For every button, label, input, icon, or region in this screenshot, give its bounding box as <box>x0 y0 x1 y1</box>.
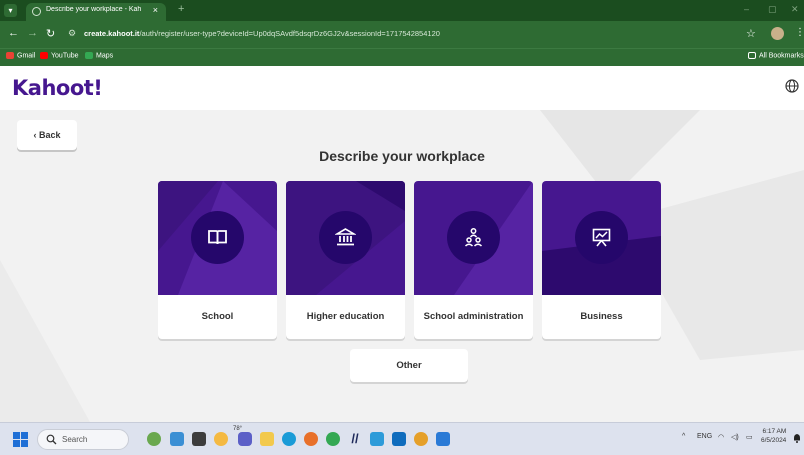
option-business[interactable]: Business <box>542 181 661 339</box>
close-window-button[interactable]: ✕ <box>791 4 799 15</box>
back-arrow-icon[interactable]: ← <box>8 27 19 39</box>
tab-favicon-icon <box>32 7 41 16</box>
task-view-icon[interactable] <box>192 432 206 446</box>
tray-chevron-icon[interactable]: ^ <box>682 433 685 440</box>
card-banner <box>286 181 405 295</box>
reload-icon[interactable]: ↻ <box>46 27 55 40</box>
card-icon-circle <box>191 211 244 264</box>
url-path: /auth/register/user-type?deviceId=Up0dqS… <box>139 29 440 38</box>
all-bookmarks-button[interactable]: All Bookmarks <box>748 52 804 59</box>
bookmark-gmail[interactable]: Gmail <box>6 52 35 59</box>
battery-icon[interactable]: ▭ <box>746 433 753 441</box>
slash-app-icon[interactable]: // <box>348 432 362 446</box>
bookmarks-bar: Gmail YouTube Maps All Bookmarks <box>0 48 804 66</box>
card-icon-circle <box>447 211 500 264</box>
option-label: Business <box>580 310 623 322</box>
kahoot-header: Kahoot! <box>0 66 804 110</box>
forward-arrow-icon[interactable]: → <box>27 27 38 39</box>
card-icon-circle <box>319 211 372 264</box>
paint-app-icon[interactable] <box>370 432 384 446</box>
tab-search-button[interactable]: ▾ <box>4 4 17 17</box>
option-label: Higher education <box>306 310 385 322</box>
option-school-administration[interactable]: School administration <box>414 181 533 339</box>
taskbar-search[interactable]: Search <box>37 429 129 450</box>
new-tab-button[interactable]: + <box>178 3 184 15</box>
option-label: School <box>201 310 234 322</box>
globe-icon[interactable] <box>785 79 799 93</box>
wifi-icon[interactable]: ◠ <box>718 433 724 441</box>
search-placeholder: Search <box>62 435 88 444</box>
bookmark-maps[interactable]: Maps <box>85 52 113 59</box>
card-banner <box>158 181 277 295</box>
folder-icon <box>748 52 756 59</box>
chrome-canary-icon[interactable] <box>414 432 428 446</box>
bookmark-star-icon[interactable]: ☆ <box>746 27 756 40</box>
browser-tab[interactable]: Describe your workplace - Kah × <box>26 3 166 21</box>
browser-menu-icon[interactable]: ⋮ <box>795 27 804 38</box>
store-icon[interactable] <box>392 432 406 446</box>
tab-close-button[interactable]: × <box>153 5 158 15</box>
url-field[interactable]: create.kahoot.it/auth/register/user-type… <box>84 29 440 38</box>
windows-taskbar: Search 78° // ^ ENG ◠ ◁) ▭ 6:17 AM 6/5/2… <box>0 422 804 455</box>
weather-icon[interactable] <box>214 432 228 446</box>
option-label: School administration <box>423 310 524 322</box>
address-bar-row: ← → ↻ ⚙ create.kahoot.it/auth/register/u… <box>0 21 804 48</box>
notification-bell-icon[interactable] <box>793 433 801 443</box>
card-banner <box>542 181 661 295</box>
maximize-button[interactable]: ▢ <box>768 4 777 15</box>
page-title: Describe your workplace <box>319 148 485 164</box>
url-domain: create.kahoot.it <box>84 29 140 38</box>
chrome-icon[interactable] <box>326 432 340 446</box>
gmail-icon <box>6 52 14 59</box>
maps-icon <box>85 52 93 59</box>
clock-time: 6:17 AM <box>762 428 787 435</box>
option-other[interactable]: Other <box>350 349 468 382</box>
widgets-icon[interactable] <box>170 432 184 446</box>
minimize-button[interactable]: – <box>744 4 749 14</box>
youtube-icon <box>40 52 48 59</box>
option-school[interactable]: School <box>158 181 277 339</box>
search-icon <box>46 434 57 445</box>
kahoot-logo[interactable]: Kahoot! <box>12 76 103 100</box>
book-icon <box>208 230 227 245</box>
site-info-icon[interactable]: ⚙ <box>68 28 76 39</box>
browser-tab-bar: ▾ Describe your workplace - Kah × + – ▢ … <box>0 0 804 21</box>
file-explorer-icon[interactable] <box>260 432 274 446</box>
profile-avatar[interactable] <box>771 27 784 40</box>
volume-icon[interactable]: ◁) <box>731 433 739 441</box>
option-higher-education[interactable]: Higher education <box>286 181 405 339</box>
firefox-icon[interactable] <box>304 432 318 446</box>
clock-date: 6/5/2024 <box>761 436 787 444</box>
language-indicator[interactable]: ENG <box>697 433 712 440</box>
photos-icon[interactable] <box>436 432 450 446</box>
teams-icon[interactable] <box>238 432 252 446</box>
card-banner <box>414 181 533 295</box>
edge-icon[interactable] <box>282 432 296 446</box>
bookmark-youtube[interactable]: YouTube <box>40 52 79 59</box>
main-content: ‹ Back Describe your workplace School Hi… <box>0 110 804 422</box>
card-icon-circle <box>575 211 628 264</box>
people-icon <box>464 228 483 247</box>
institution-icon <box>335 228 356 246</box>
windows-start-icon[interactable] <box>13 432 28 447</box>
presentation-icon <box>592 228 611 247</box>
back-button[interactable]: ‹ Back <box>17 120 77 150</box>
taskbar-clock[interactable]: 6:17 AM 6/5/2024 <box>761 428 786 446</box>
tab-title: Describe your workplace - Kah <box>46 6 142 13</box>
plant-app-icon[interactable] <box>147 432 161 446</box>
